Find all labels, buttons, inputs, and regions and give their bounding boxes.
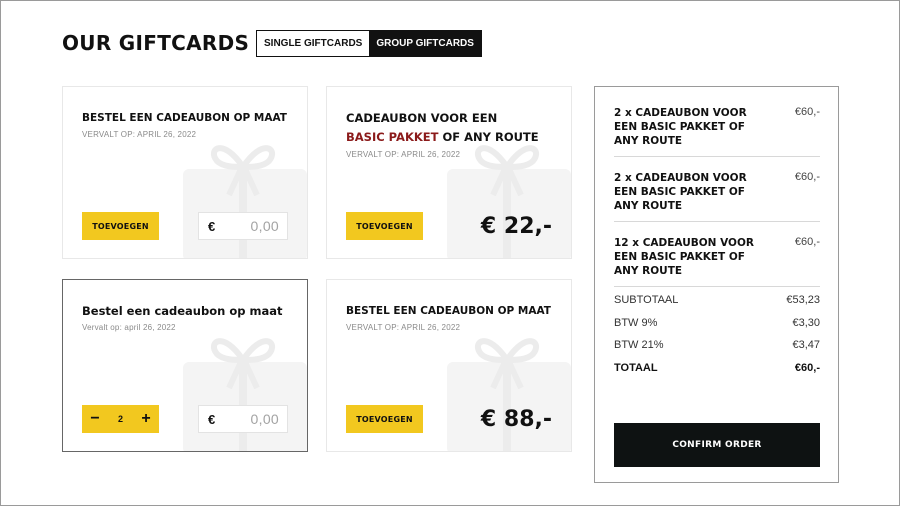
- summary-line-item: 2 x CADEAUBON VOOR EEN BASIC PAKKET OF A…: [614, 106, 820, 148]
- line-item-amount: €60,-: [794, 106, 820, 118]
- divider: [614, 286, 820, 287]
- btw9-row: BTW 9% €3,30: [614, 317, 820, 329]
- line-item-description: 2 x CADEAUBON VOOR EEN BASIC PAKKET OF A…: [614, 107, 747, 147]
- currency-symbol: €: [208, 218, 216, 234]
- amount-value: 0,00: [250, 218, 279, 234]
- line-item-amount: €60,-: [794, 171, 820, 183]
- total-value: €60,-: [794, 362, 820, 374]
- amount-input[interactable]: € 0,00: [198, 405, 288, 433]
- summary-line-item: 12 x CADEAUBON VOOR EEN BASIC PAKKET OF …: [614, 236, 820, 278]
- divider: [614, 156, 820, 157]
- btw21-value: €3,47: [792, 339, 820, 351]
- subtotal-value: €53,23: [786, 294, 820, 306]
- amount-input[interactable]: € 0,00: [198, 212, 288, 240]
- btw21-row: BTW 21% €3,47: [614, 339, 820, 351]
- subtotal-label: SUBTOTAAL: [614, 294, 679, 306]
- giftcard-title-line1: CADEAUBON VOOR EEN: [346, 111, 498, 125]
- confirm-order-button[interactable]: CONFIRM ORDER: [614, 423, 820, 467]
- giftcard-expiry: Vervalt op: april 26, 2022: [82, 323, 176, 332]
- line-item-description: 12 x CADEAUBON VOOR EEN BASIC PAKKET OF …: [614, 237, 754, 277]
- add-button[interactable]: TOEVOEGEN: [82, 212, 159, 240]
- page-title: OUR GIFTCARDS: [62, 31, 250, 55]
- line-item-description: 2 x CADEAUBON VOOR EEN BASIC PAKKET OF A…: [614, 172, 747, 212]
- amount-value: 0,00: [250, 411, 279, 427]
- giftcard-price: € 88,-: [480, 407, 552, 432]
- currency-symbol: €: [208, 411, 216, 427]
- giftcard-title: Bestel een cadeaubon op maat: [82, 304, 283, 318]
- giftcard-custom-priced: BESTEL EEN CADEAUBON OP MAAT VERVALT OP:…: [326, 279, 572, 452]
- giftcard-price: € 22,-: [480, 214, 552, 239]
- decrement-button[interactable]: −: [88, 411, 102, 427]
- total-label: TOTAAL: [614, 362, 658, 374]
- subtotal-row: SUBTOTAAL €53,23: [614, 294, 820, 306]
- increment-button[interactable]: +: [139, 411, 153, 427]
- add-button[interactable]: TOEVOEGEN: [346, 405, 423, 433]
- line-item-amount: €60,-: [794, 236, 820, 248]
- giftcard-custom-selected: Bestel een cadeaubon op maat Vervalt op:…: [62, 279, 308, 452]
- giftcard-title: BESTEL EEN CADEAUBON OP MAAT: [346, 305, 551, 317]
- divider: [614, 221, 820, 222]
- btw9-label: BTW 9%: [614, 317, 658, 329]
- giftcard-title: BESTEL EEN CADEAUBON OP MAAT: [82, 112, 287, 124]
- btw9-value: €3,30: [792, 317, 820, 329]
- summary-line-item: 2 x CADEAUBON VOOR EEN BASIC PAKKET OF A…: [614, 171, 820, 213]
- quantity-stepper: − 2 +: [82, 405, 159, 433]
- giftcard-custom: BESTEL EEN CADEAUBON OP MAAT VERVALT OP:…: [62, 86, 308, 259]
- gift-box-icon: [447, 338, 571, 451]
- giftcard-basic-pakket: CADEAUBON VOOR EEN BASIC PAKKET OF ANY R…: [326, 86, 572, 259]
- gift-box-icon: [447, 145, 571, 258]
- giftcard-title-highlight: BASIC PAKKET: [346, 130, 439, 144]
- total-row: TOTAAL €60,-: [614, 362, 820, 374]
- btw21-label: BTW 21%: [614, 339, 664, 351]
- order-summary: 2 x CADEAUBON VOOR EEN BASIC PAKKET OF A…: [594, 86, 839, 483]
- giftcard-tabs: SINGLE GIFTCARDS GROUP GIFTCARDS: [256, 30, 482, 57]
- add-button[interactable]: TOEVOEGEN: [346, 212, 423, 240]
- quantity-value: 2: [117, 414, 123, 424]
- tab-group-giftcards[interactable]: GROUP GIFTCARDS: [369, 31, 481, 56]
- tab-single-giftcards[interactable]: SINGLE GIFTCARDS: [257, 31, 370, 56]
